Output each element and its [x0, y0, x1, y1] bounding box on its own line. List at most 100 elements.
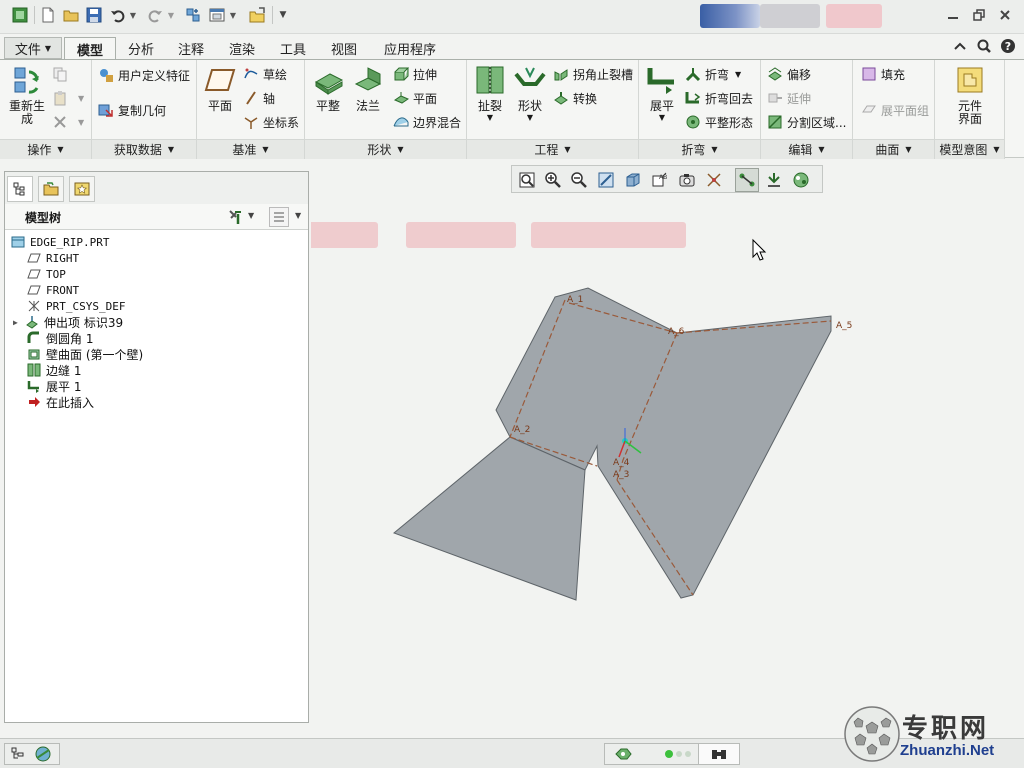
tree-item[interactable]: ▶ 伸出项 标识39	[13, 314, 123, 330]
tab-applications[interactable]: 应用程序	[372, 37, 448, 59]
regenerate-quick-icon[interactable]	[183, 5, 203, 25]
flat-pattern-button[interactable]: 展平面组	[861, 100, 929, 120]
tab-tools[interactable]: 工具	[270, 37, 316, 59]
planar-button[interactable]: 平整	[307, 64, 349, 136]
tab-annotate[interactable]: 注释	[168, 37, 214, 59]
find-icon[interactable]	[708, 744, 730, 764]
axis-button[interactable]: 轴	[243, 88, 275, 108]
close-button[interactable]	[995, 6, 1015, 24]
customize-toolbar-icon[interactable]: ▼	[276, 5, 290, 25]
datum-display-filters-icon[interactable]	[702, 168, 726, 192]
tree-settings-icon[interactable]	[227, 208, 245, 226]
zoom-in-icon[interactable]	[541, 168, 565, 192]
tree-show-dropdown-icon[interactable]: ▼	[295, 211, 301, 220]
model-tree-tab[interactable]	[7, 176, 33, 202]
group-model-intent-footer[interactable]: 模型意图 ▼	[935, 139, 1004, 159]
refit-icon[interactable]	[515, 168, 539, 192]
group-bends-footer[interactable]: 折弯 ▼	[639, 139, 760, 159]
group-editing-footer[interactable]: 编辑 ▼	[761, 139, 852, 159]
regeneration-status-icon[interactable]	[612, 744, 634, 764]
app-logo-icon[interactable]	[10, 5, 30, 25]
redo-dropdown-icon[interactable]: ▼	[166, 5, 176, 25]
delete-button[interactable]: ▼	[52, 112, 84, 132]
repaint-icon[interactable]	[594, 168, 618, 192]
tab-file[interactable]: 文件 ▼	[4, 37, 62, 59]
group-datum-footer[interactable]: 基准 ▼	[197, 139, 304, 159]
flat-button[interactable]: 平面	[393, 88, 437, 108]
datum-plane-button[interactable]: 平面	[199, 64, 241, 136]
offset-button[interactable]: 偏移	[767, 64, 811, 84]
group-engineering-footer[interactable]: 工程 ▼	[467, 139, 638, 159]
corner-relief-button[interactable]: 拐角止裂槽	[553, 64, 633, 84]
bend-back-button[interactable]: 折弯回去	[685, 88, 753, 108]
tree-settings-dropdown-icon[interactable]: ▼	[248, 211, 254, 220]
tree-show-icon[interactable]	[269, 207, 289, 227]
extend-button[interactable]: 延伸	[767, 88, 811, 108]
tree-item[interactable]: TOP	[27, 266, 66, 282]
paste-button[interactable]: ▼	[52, 88, 84, 108]
redo-icon[interactable]	[145, 5, 165, 25]
tree-item[interactable]: 壁曲面 (第一个壁)	[27, 346, 143, 362]
spin-center-icon[interactable]	[735, 168, 759, 192]
tree-item[interactable]: 在此插入	[27, 394, 94, 410]
save-icon[interactable]	[84, 5, 104, 25]
undo-dropdown-icon[interactable]: ▼	[128, 5, 138, 25]
search-icon[interactable]	[974, 36, 994, 56]
tree-item[interactable]: 倒圆角 1	[27, 330, 93, 346]
form-button[interactable]: 形状 ▼	[509, 64, 551, 136]
flange-button[interactable]: 法兰	[347, 64, 389, 136]
tab-view[interactable]: 视图	[320, 37, 368, 59]
tree-item[interactable]: 边缝 1	[27, 362, 81, 378]
bend-button[interactable]: 折弯 ▼	[685, 64, 741, 84]
sheet-metal-model[interactable]: A_1 A_2 A_3 A_4 A_5 A_6	[276, 160, 1024, 736]
windows-icon[interactable]	[207, 5, 227, 25]
saved-views-icon[interactable]: AB	[648, 168, 672, 192]
rip-button[interactable]: 扯裂 ▼	[469, 64, 511, 136]
group-get-data-footer[interactable]: 获取数据 ▼	[92, 139, 196, 159]
collapse-ribbon-icon[interactable]	[950, 36, 970, 56]
open-folder-icon[interactable]	[61, 5, 81, 25]
appearance-gallery-icon[interactable]	[789, 168, 813, 192]
windows-dropdown-icon[interactable]: ▼	[228, 5, 238, 25]
favorites-tab[interactable]	[69, 176, 95, 202]
help-icon[interactable]: ?	[998, 36, 1018, 56]
flatten-form-button[interactable]: 平整形态	[685, 112, 753, 132]
display-style-icon[interactable]	[621, 168, 645, 192]
tab-render[interactable]: 渲染	[218, 37, 266, 59]
split-area-button[interactable]: 分割区域...	[767, 112, 846, 132]
view-manager-icon[interactable]	[675, 168, 699, 192]
folder-browser-tab[interactable]	[38, 176, 64, 202]
tab-analysis[interactable]: 分析	[118, 37, 164, 59]
tree-item[interactable]: RIGHT	[27, 250, 79, 266]
tab-model[interactable]: 模型	[64, 37, 116, 60]
copy-button[interactable]	[52, 64, 72, 84]
user-defined-feature-button[interactable]: 用户定义特征	[98, 65, 190, 85]
show-browser-icon[interactable]	[32, 744, 54, 764]
convert-button[interactable]: 转换	[553, 88, 597, 108]
annotation-display-icon[interactable]	[762, 168, 786, 192]
tree-item[interactable]: FRONT	[27, 282, 79, 298]
regenerate-button[interactable]: 重新生 成	[4, 64, 50, 136]
minimize-button[interactable]	[943, 6, 963, 24]
sketch-button[interactable]: 草绘	[243, 64, 287, 84]
tree-item[interactable]: 展平 1	[27, 378, 81, 394]
csys-button[interactable]: 坐标系	[243, 112, 299, 132]
new-file-icon[interactable]	[38, 5, 58, 25]
undo-icon[interactable]	[108, 5, 128, 25]
fill-button[interactable]: 填充	[861, 64, 905, 84]
group-operations-footer[interactable]: 操作 ▼	[0, 139, 91, 159]
show-navigator-icon[interactable]	[7, 744, 29, 764]
graphics-window[interactable]: A_1 A_2 A_3 A_4 A_5 A_6	[276, 160, 1024, 736]
unbend-button[interactable]: 展平 ▼	[641, 64, 683, 136]
boundary-blend-button[interactable]: 边界混合	[393, 112, 461, 132]
component-interface-button[interactable]: 元件 界面	[949, 64, 991, 136]
copy-geometry-button[interactable]: 复制几何	[98, 100, 166, 120]
zoom-out-icon[interactable]	[567, 168, 591, 192]
expand-arrow-icon[interactable]: ▶	[13, 318, 23, 327]
group-surfaces-footer[interactable]: 曲面 ▼	[853, 139, 934, 159]
close-window-folder-icon[interactable]	[247, 5, 267, 25]
extrude-button[interactable]: 拉伸	[393, 64, 437, 84]
group-shapes-footer[interactable]: 形状 ▼	[305, 139, 466, 159]
tree-item[interactable]: EDGE_RIP.PRT	[11, 234, 109, 250]
restore-button[interactable]	[969, 6, 989, 24]
